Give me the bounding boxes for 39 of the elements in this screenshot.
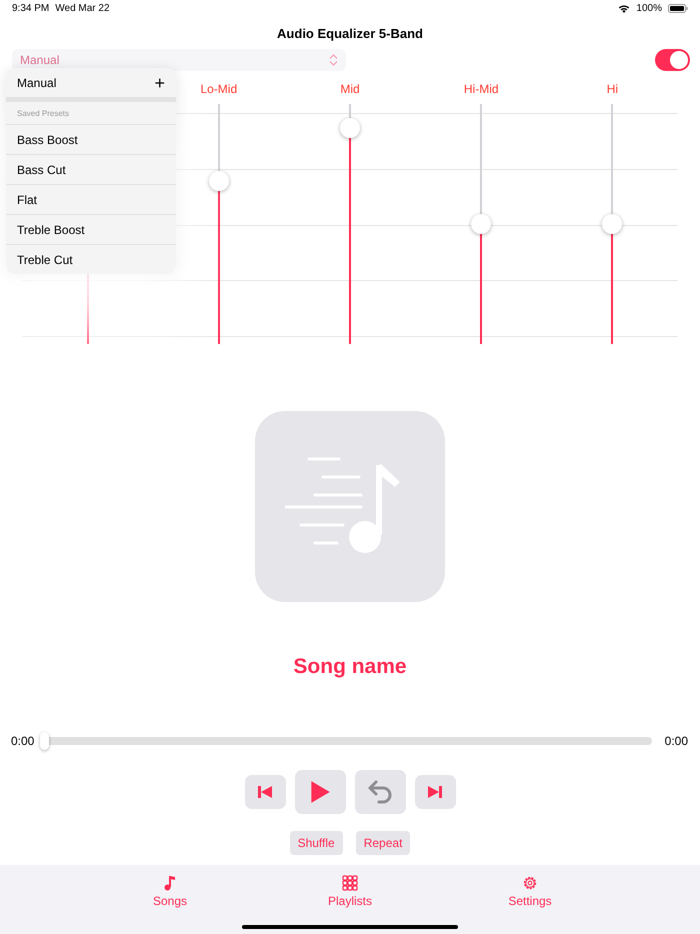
status-date: Wed Mar 22 — [55, 3, 110, 14]
play-button[interactable] — [294, 770, 346, 814]
wifi-icon — [618, 4, 630, 13]
add-preset-button[interactable]: + — [154, 74, 165, 92]
replay-button[interactable] — [354, 770, 406, 814]
preset-menu-item[interactable]: Bass Cut — [6, 154, 176, 184]
band-label: Hi — [606, 82, 618, 96]
status-time: 9:34 PM — [12, 3, 50, 14]
remaining-time: 0:00 — [664, 734, 688, 748]
next-button[interactable] — [414, 775, 456, 809]
band-slider-thumb[interactable] — [208, 170, 229, 191]
previous-icon — [257, 785, 273, 799]
band-slider-thumb[interactable] — [602, 214, 622, 234]
next-icon — [427, 785, 443, 799]
battery-icon — [668, 4, 688, 13]
chevron-icon — [329, 54, 338, 66]
grid-icon — [342, 875, 358, 891]
settings-icon — [522, 875, 538, 891]
previous-button[interactable] — [244, 775, 286, 809]
preset-menu-item[interactable]: Treble Cut — [6, 244, 176, 274]
band-label: Hi-Mid — [464, 82, 499, 96]
music-note-icon — [163, 875, 177, 891]
band-label: Lo-Mid — [200, 82, 238, 96]
progress-thumb[interactable] — [40, 732, 50, 750]
song-title: Song name — [292, 655, 408, 679]
preset-menu-item[interactable]: Treble Boost — [6, 214, 176, 244]
equalizer-toggle[interactable] — [655, 49, 690, 71]
battery-percent: 100% — [636, 3, 662, 14]
preset-menu-item[interactable]: Bass Boost — [6, 124, 176, 154]
preset-menu-item[interactable]: Manual + — [6, 68, 176, 97]
band-label: Mid — [340, 82, 360, 96]
elapsed-time: 0:00 — [11, 734, 34, 748]
band-slider-thumb[interactable] — [340, 118, 360, 138]
undo-arrow-icon — [367, 779, 393, 805]
band-slider-thumb[interactable] — [471, 214, 492, 234]
preset-menu-item[interactable]: Flat — [6, 184, 176, 214]
menu-section-header: Saved Presets — [16, 108, 70, 120]
play-icon — [309, 779, 331, 805]
screen-title: Audio Equalizer 5-Band — [276, 26, 424, 42]
